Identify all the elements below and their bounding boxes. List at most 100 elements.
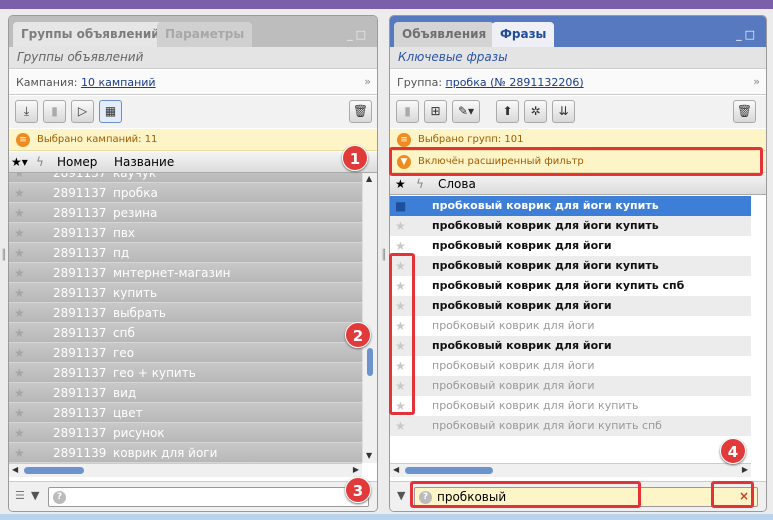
scroll-left-icon[interactable]: ◀ <box>393 465 399 474</box>
table-row[interactable]: ★ пробковый коврик для йоги <box>390 336 751 356</box>
star-icon[interactable]: ★ <box>14 426 25 440</box>
group-link[interactable]: пробка (№ 2891132206) <box>446 76 584 89</box>
table-view-button[interactable]: ▦ <box>99 100 122 123</box>
table-row[interactable]: ★ 2891137 цвет <box>9 403 362 423</box>
star-icon[interactable]: ★ <box>14 173 25 180</box>
column-words[interactable]: Слова <box>438 177 476 191</box>
tab-parameters[interactable]: Параметры <box>157 22 253 47</box>
star-icon[interactable]: ★ <box>14 286 25 300</box>
star-icon[interactable]: ★ <box>395 419 406 433</box>
table-row[interactable]: ★ пробковый коврик для йоги купить <box>390 256 751 276</box>
table-row[interactable]: ★ пробковый коврик для йоги купить спб <box>390 276 751 296</box>
vertical-scrollbar[interactable]: ▲ ▼ <box>362 173 377 463</box>
table-row[interactable]: ★ 2891137 мнтернет-магазин <box>9 263 362 283</box>
table-row[interactable]: ★ 2891137 резина <box>9 203 362 223</box>
column-name[interactable]: Название <box>114 155 174 169</box>
star-icon[interactable]: ★ <box>14 326 25 340</box>
edit-dropdown-button[interactable]: ✎▾ <box>452 100 480 123</box>
star-icon[interactable]: ★ <box>14 406 25 420</box>
table-row[interactable]: ★ 2891137 пробка <box>9 183 362 203</box>
star-icon[interactable]: ★ <box>395 219 406 233</box>
table-row[interactable]: ★ пробковый коврик для йоги <box>390 316 751 336</box>
expand-chevron-icon[interactable]: » <box>753 75 760 88</box>
star-column-icon[interactable]: ★▾ <box>11 155 28 169</box>
tab-ad-groups[interactable]: Группы объявлений <box>13 22 168 47</box>
table-row[interactable]: ★ 2891137 каучук <box>9 173 362 183</box>
filter-icon[interactable]: ▼ <box>31 489 39 502</box>
horizontal-scrollbar[interactable]: ◀ ▶ <box>9 463 362 477</box>
panel-title: Группы объявлений <box>9 47 377 69</box>
table-row[interactable]: ★ пробковый коврик для йоги купить <box>390 216 751 236</box>
scroll-right-icon[interactable]: ▶ <box>742 465 748 474</box>
delete-button[interactable]: 🗑 <box>733 100 756 123</box>
highlight-star-column <box>389 253 415 415</box>
phrase-text: пробковый коврик для йоги <box>432 319 595 332</box>
group-number: 2891137 <box>53 346 107 360</box>
star-icon[interactable]: ★ <box>14 246 25 260</box>
bid-button[interactable]: ⊞ <box>424 100 447 123</box>
new-document-button[interactable]: ▮ <box>43 100 66 123</box>
star-icon[interactable]: ■ <box>395 199 406 213</box>
star-icon[interactable]: ★ <box>14 346 25 360</box>
table-row[interactable]: ★ 2891137 купить <box>9 283 362 303</box>
table-row[interactable]: ★ 2891137 выбрать <box>9 303 362 323</box>
export-button[interactable]: ▷ <box>71 100 94 123</box>
scroll-thumb[interactable] <box>24 467 84 474</box>
delete-button[interactable]: 🗑 <box>349 100 372 123</box>
scroll-down-icon[interactable]: ▼ <box>366 451 372 460</box>
filter-input[interactable]: ? <box>48 487 369 507</box>
list-icon[interactable]: ☰ <box>15 489 25 502</box>
table-row[interactable]: ★ пробковый коврик для йоги <box>390 376 751 396</box>
flash-column-icon[interactable]: ϟ <box>36 155 44 169</box>
table-row[interactable]: ★ пробковый коврик для йоги купить спб <box>390 416 751 436</box>
table-row[interactable]: ★ 2891137 гео + купить <box>9 363 362 383</box>
star-icon[interactable]: ★ <box>395 239 406 253</box>
table-row[interactable]: ★ 2891137 пвх <box>9 223 362 243</box>
splitter-handle[interactable]: ║ <box>381 250 387 261</box>
table-row[interactable]: ★ 2891137 вид <box>9 383 362 403</box>
filter-icon[interactable]: ▼ <box>397 489 405 502</box>
table-row[interactable]: ★ пробковый коврик для йоги купить <box>390 396 751 416</box>
download-button[interactable]: ⤓ <box>15 100 38 123</box>
star-icon[interactable]: ★ <box>14 366 25 380</box>
phrase-text: пробковый коврик для йоги купить <box>432 219 659 232</box>
expand-chevron-icon[interactable]: » <box>364 75 371 88</box>
table-row[interactable]: ★ пробковый коврик для йоги <box>390 356 751 376</box>
star-icon[interactable]: ★ <box>14 306 25 320</box>
table-row[interactable]: ★ 2891137 гео <box>9 343 362 363</box>
window-buttons[interactable]: _□ <box>347 28 369 41</box>
star-icon[interactable]: ★ <box>14 386 25 400</box>
star-icon[interactable]: ★ <box>14 446 25 460</box>
flash-column-icon[interactable]: ϟ <box>416 177 424 191</box>
scroll-right-icon[interactable]: ▶ <box>353 465 359 474</box>
star-column-icon[interactable]: ★ <box>395 177 406 191</box>
lower-button[interactable]: ⇊ <box>552 100 575 123</box>
table-row[interactable]: ★ 2891137 спб <box>9 323 362 343</box>
raise-button[interactable]: ⬆ <box>496 100 519 123</box>
new-phrase-button[interactable]: ▮ <box>396 100 419 123</box>
horizontal-scrollbar[interactable]: ◀ ▶ <box>390 463 751 477</box>
star-icon[interactable]: ★ <box>14 266 25 280</box>
star-icon[interactable]: ★ <box>14 186 25 200</box>
table-row[interactable]: ★ 2891137 пд <box>9 243 362 263</box>
phrase-text: пробковый коврик для йоги <box>432 359 595 372</box>
splitter-handle[interactable]: ║ <box>1 250 7 261</box>
star-icon[interactable]: ★ <box>14 226 25 240</box>
table-row[interactable]: ■ пробковый коврик для йоги купить <box>390 196 751 216</box>
scroll-thumb[interactable] <box>405 467 493 474</box>
tab-phrases[interactable]: Фразы <box>492 22 555 47</box>
tab-ads[interactable]: Объявления <box>394 22 495 47</box>
scroll-thumb[interactable] <box>367 348 373 376</box>
table-row[interactable]: ★ 2891139 коврик для йоги <box>9 443 362 463</box>
wizard-button[interactable]: ✲ <box>524 100 547 123</box>
star-icon[interactable]: ★ <box>14 206 25 220</box>
column-number[interactable]: Номер <box>57 155 97 169</box>
table-row[interactable]: ★ пробковый коврик для йоги <box>390 296 751 316</box>
scroll-left-icon[interactable]: ◀ <box>12 465 18 474</box>
scroll-up-icon[interactable]: ▲ <box>366 174 372 183</box>
group-number: 2891137 <box>53 386 107 400</box>
campaign-link[interactable]: 10 кампаний <box>81 76 156 89</box>
table-row[interactable]: ★ 2891137 рисунок <box>9 423 362 443</box>
window-buttons[interactable]: _□ <box>736 28 758 41</box>
table-row[interactable]: ★ пробковый коврик для йоги <box>390 236 751 256</box>
